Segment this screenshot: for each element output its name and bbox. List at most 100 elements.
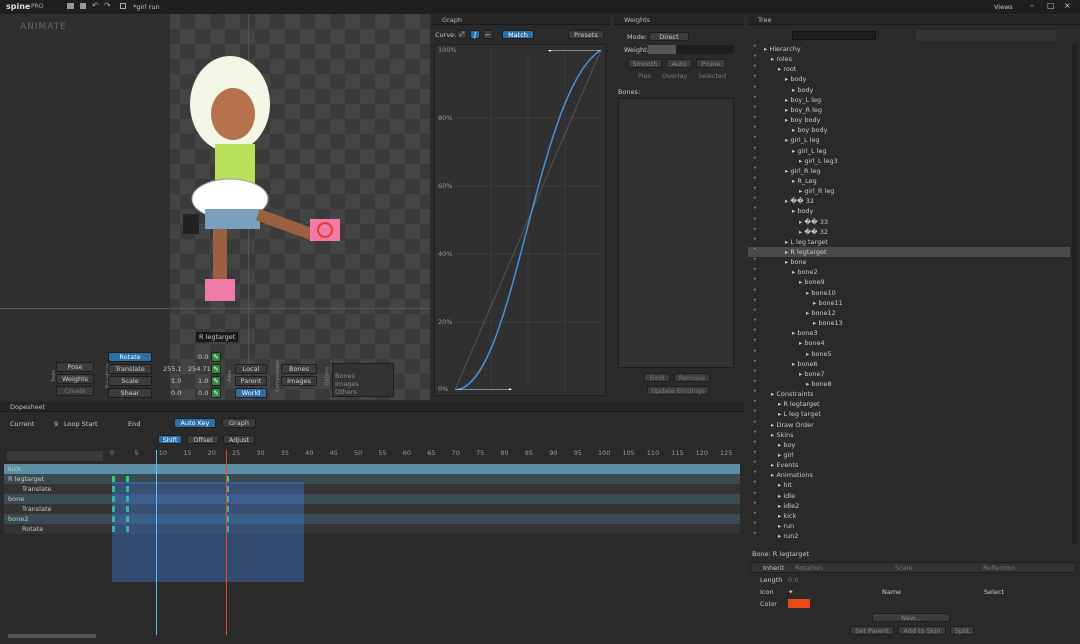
- visibility-toggle[interactable]: •: [753, 378, 759, 385]
- tree-item[interactable]: • ▸ boy body: [748, 115, 1070, 125]
- tree-item[interactable]: • ▸ Events: [748, 460, 1070, 470]
- curve-bezier-button[interactable]: ∫: [470, 30, 480, 39]
- visibility-toggle[interactable]: •: [753, 450, 759, 456]
- visibility-toggle[interactable]: •: [753, 348, 759, 355]
- weight-slider[interactable]: [648, 45, 734, 54]
- offset-button[interactable]: Offset: [187, 435, 219, 444]
- visibility-toggle[interactable]: •: [753, 490, 759, 497]
- length-value[interactable]: 0.0: [788, 576, 798, 584]
- local-button[interactable]: Local: [235, 364, 267, 374]
- match-button[interactable]: Match: [502, 30, 534, 39]
- weights-button[interactable]: Weights: [56, 374, 94, 384]
- translate-button[interactable]: Translate: [108, 364, 152, 374]
- visibility-toggle[interactable]: •: [753, 358, 759, 365]
- compensate-images-button[interactable]: Images: [281, 376, 317, 386]
- curve-stepped-button[interactable]: ⌐: [483, 30, 493, 39]
- select-toggle[interactable]: Select: [984, 588, 1004, 596]
- option-bones[interactable]: Bones: [335, 372, 355, 380]
- parent-button[interactable]: Parent: [235, 376, 267, 386]
- rotate-value[interactable]: 0.0: [198, 353, 208, 361]
- tree-item[interactable]: • ▸ L leg target: [748, 409, 1070, 419]
- tree-item[interactable]: • ▸ idle: [748, 490, 1070, 501]
- adjust-button[interactable]: Adjust: [223, 435, 255, 444]
- remove-button[interactable]: Remove: [674, 373, 710, 382]
- tree-item[interactable]: • ▸ boy_L leg: [748, 94, 1070, 105]
- visibility-toggle[interactable]: •: [753, 328, 759, 334]
- mode-select[interactable]: Direct: [649, 32, 689, 41]
- tree-item[interactable]: • ▸ Constraints: [748, 389, 1070, 399]
- color-swatch[interactable]: [788, 599, 810, 608]
- option-others[interactable]: Others: [335, 388, 357, 396]
- visibility-toggle[interactable]: •: [753, 94, 759, 101]
- save-icon[interactable]: [80, 3, 86, 9]
- tree-item[interactable]: • ▸ Skins: [748, 429, 1070, 440]
- set-parent-button[interactable]: Set Parent: [850, 626, 894, 635]
- shear-y[interactable]: 0.0: [198, 389, 208, 397]
- character-girl[interactable]: [175, 39, 375, 309]
- shift-button[interactable]: Shift: [158, 435, 182, 444]
- visibility-toggle[interactable]: •: [753, 521, 759, 527]
- visibility-toggle[interactable]: •: [753, 216, 759, 223]
- key-rotate-button[interactable]: ✎: [211, 352, 221, 362]
- visibility-toggle[interactable]: •: [753, 399, 759, 405]
- rotate-button[interactable]: Rotate: [108, 352, 152, 362]
- translate-y[interactable]: 254.71: [188, 365, 211, 373]
- selected-toggle[interactable]: Selected: [698, 72, 726, 80]
- tree-item[interactable]: • ▸ boy: [748, 439, 1070, 450]
- tree-item[interactable]: • ▸ root: [748, 64, 1070, 74]
- create-button[interactable]: Create: [56, 386, 94, 396]
- visibility-toggle[interactable]: •: [753, 125, 759, 131]
- visibility-toggle[interactable]: •: [753, 196, 759, 202]
- tree-item[interactable]: • ▸ run2: [748, 531, 1070, 541]
- end-label[interactable]: End: [128, 420, 140, 428]
- visibility-toggle[interactable]: •: [753, 389, 759, 395]
- horizontal-scrollbar[interactable]: [8, 634, 96, 638]
- prune-button[interactable]: Prune: [696, 59, 726, 68]
- auto-button[interactable]: Auto: [666, 59, 692, 68]
- visibility-toggle[interactable]: •: [753, 44, 759, 50]
- tree-item[interactable]: • ▸ bone8: [748, 378, 1070, 389]
- tree-item[interactable]: • ▸ idle2: [748, 500, 1070, 511]
- viewport[interactable]: ANIMATE R legtarget: [0, 14, 430, 400]
- tree-item[interactable]: • ▸ girl: [748, 450, 1070, 460]
- tree-item[interactable]: • ▸ hit: [748, 480, 1070, 490]
- graph-area[interactable]: 100% 80% 60% 40% 20% 0%: [434, 44, 606, 396]
- key-shear-button[interactable]: ✎: [211, 388, 221, 398]
- visibility-toggle[interactable]: •: [753, 54, 759, 60]
- timeline-ruler[interactable]: 0 5 10 15 20 25 30 35 40 45 50 55 60 65 70 75 80 85 90 95 10…: [110, 449, 740, 461]
- tree-item[interactable]: • ▸ bone11: [748, 297, 1070, 308]
- visibility-toggle[interactable]: •: [753, 500, 759, 507]
- scale-y[interactable]: 1.0: [198, 377, 208, 385]
- smooth-button[interactable]: Smooth: [628, 59, 662, 68]
- shear-button[interactable]: Shear: [108, 388, 152, 398]
- visibility-toggle[interactable]: •: [753, 318, 759, 324]
- auto-key-button[interactable]: Auto Key: [174, 418, 216, 428]
- visibility-toggle[interactable]: •: [753, 307, 759, 314]
- visibility-toggle[interactable]: •: [753, 247, 759, 253]
- open-icon[interactable]: [67, 3, 74, 9]
- tree-item[interactable]: • ▸ bone3: [748, 328, 1070, 338]
- tree-item[interactable]: • ▸ bone4: [748, 338, 1070, 348]
- tree-item[interactable]: • ▸ bone5: [748, 348, 1070, 359]
- tree-item[interactable]: • ▸ bone7: [748, 368, 1070, 379]
- visibility-toggle[interactable]: •: [753, 145, 759, 152]
- scale-x[interactable]: 1.0: [171, 377, 181, 385]
- visibility-toggle[interactable]: •: [753, 84, 759, 91]
- visibility-toggle[interactable]: •: [753, 480, 759, 486]
- visibility-toggle[interactable]: •: [753, 287, 759, 294]
- translate-x[interactable]: 255.1: [163, 365, 182, 373]
- visibility-toggle[interactable]: •: [753, 368, 759, 375]
- tree-item[interactable]: • ▸ girl_R leg: [748, 186, 1070, 196]
- inherit-scale[interactable]: Scale: [895, 564, 913, 572]
- visibility-toggle[interactable]: •: [753, 165, 759, 172]
- visibility-toggle[interactable]: •: [753, 409, 759, 415]
- presets-button[interactable]: Presets: [568, 30, 604, 39]
- tree-item[interactable]: • ▸ �� 32: [748, 196, 1070, 206]
- shear-x[interactable]: 0.0: [171, 389, 181, 397]
- dopesheet-row[interactable]: kick: [4, 464, 740, 474]
- weights-bones-list[interactable]: [618, 98, 734, 368]
- bind-button[interactable]: Bind: [644, 373, 670, 382]
- tree-item[interactable]: • ▸ L leg target: [748, 236, 1070, 247]
- maximize-icon[interactable]: □: [1047, 1, 1055, 10]
- visibility-toggle[interactable]: •: [753, 74, 759, 80]
